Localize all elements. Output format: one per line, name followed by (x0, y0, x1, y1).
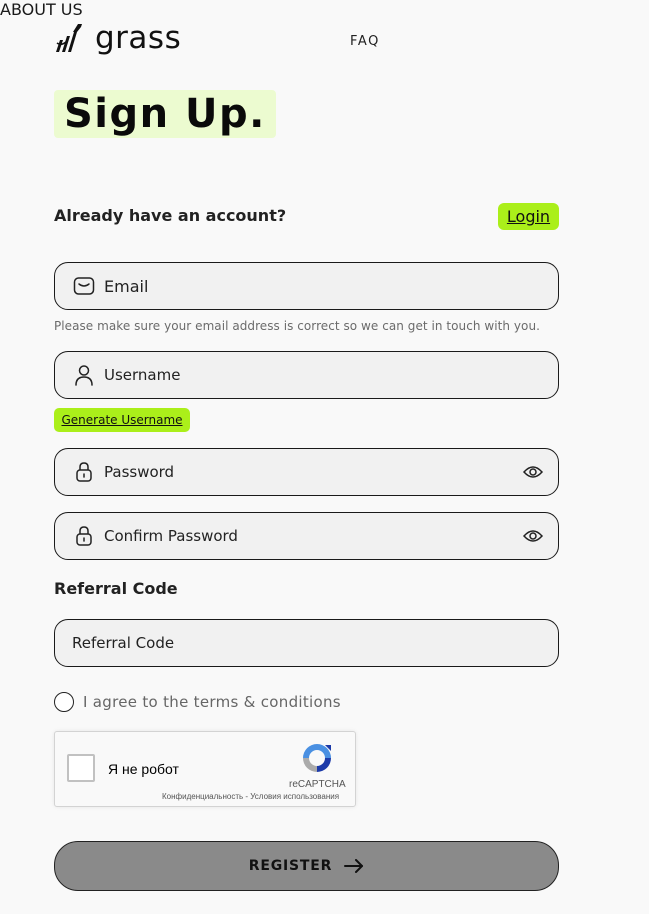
show-confirm-password-eye-icon[interactable] (522, 525, 544, 547)
page-title-highlight: Sign Up. (54, 90, 276, 138)
envelope-icon (73, 275, 95, 297)
email-field-wrapper (54, 262, 559, 310)
nav-faq-label[interactable]: FAQ (350, 34, 380, 49)
grass-logo-icon (56, 24, 82, 52)
recaptcha-links[interactable]: Конфиденциальность - Условия использован… (162, 792, 339, 801)
show-password-eye-icon[interactable] (522, 461, 544, 483)
register-label: REGISTER (248, 858, 333, 874)
referral-code-label: Referral Code (54, 579, 178, 598)
confirm-password-field-wrapper (54, 512, 559, 560)
email-hint: Please make sure your email address is c… (54, 319, 540, 333)
confirm-password-input[interactable] (104, 513, 522, 559)
login-link[interactable]: Login (498, 203, 559, 230)
register-button[interactable]: REGISTER (54, 841, 559, 891)
password-input[interactable] (104, 449, 522, 495)
password-field-wrapper (54, 448, 559, 496)
recaptcha-checkbox[interactable] (67, 754, 95, 782)
nav-about-us-label[interactable]: ABOUT US (0, 0, 83, 19)
user-icon (73, 364, 95, 386)
arrow-right-icon (344, 859, 364, 873)
login-prompt: Already have an account? (54, 206, 287, 225)
brand-name: grass (95, 20, 182, 56)
recaptcha-logo-icon (303, 744, 331, 772)
nav-faq[interactable]: FAQ (350, 34, 380, 49)
lock-icon (73, 525, 95, 547)
username-field-wrapper (54, 351, 559, 399)
referral-field-wrapper (54, 619, 559, 667)
terms-agreement: I agree to the terms & conditions (54, 692, 341, 712)
lock-icon (73, 461, 95, 483)
username-input[interactable] (104, 352, 558, 398)
brand-logo[interactable]: grass (54, 22, 181, 54)
recaptcha-label: Я не робот (108, 761, 179, 777)
generate-username-button[interactable]: Generate Username (54, 408, 190, 432)
email-input[interactable] (104, 263, 558, 309)
terms-label: I agree to the terms & conditions (83, 693, 341, 711)
referral-code-input[interactable] (55, 620, 558, 666)
terms-checkbox[interactable] (54, 692, 74, 712)
recaptcha-widget: Я не робот reCAPTCHA Конфиденциальность … (54, 731, 356, 807)
page-title: Sign Up. (64, 91, 266, 137)
recaptcha-brand: reCAPTCHA (289, 779, 346, 790)
